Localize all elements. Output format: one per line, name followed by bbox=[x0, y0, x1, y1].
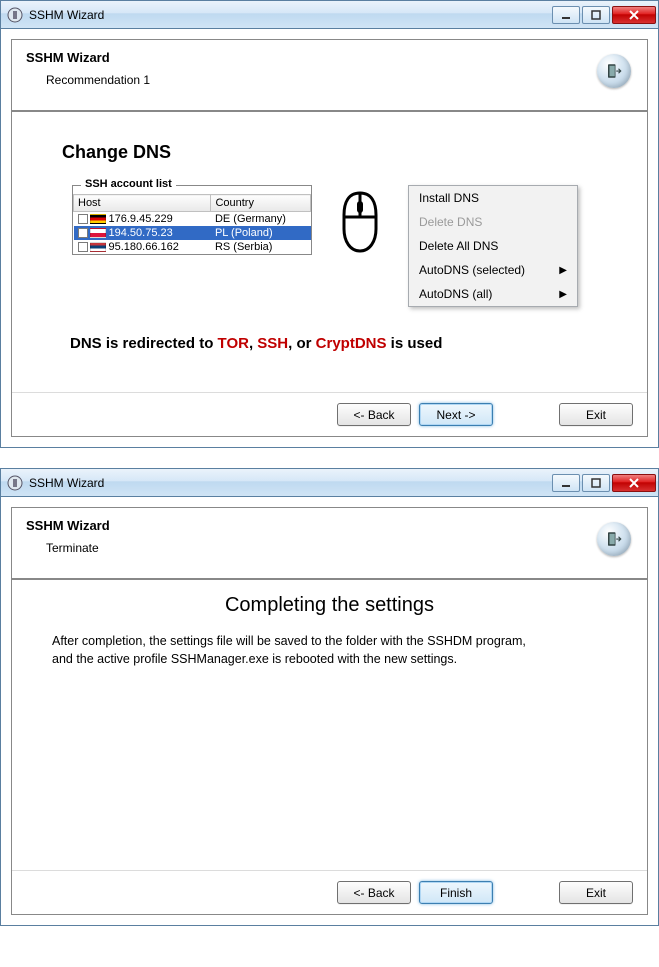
groupbox-legend: SSH account list bbox=[81, 178, 176, 190]
cell-country: PL (Poland) bbox=[211, 226, 311, 240]
close-button[interactable] bbox=[612, 6, 656, 24]
app-icon bbox=[7, 475, 23, 491]
wizard-button-bar: <- Back Next -> Exit bbox=[12, 392, 647, 436]
mouse-illustration bbox=[312, 185, 408, 256]
wizard-window-1: SSHM Wizard SSHM Wizard Recommendation 1 bbox=[0, 0, 659, 448]
ssh-account-groupbox: SSH account list Host Country 176.9.4 bbox=[72, 185, 312, 255]
wizard-header: SSHM Wizard Recommendation 1 bbox=[12, 40, 647, 112]
cell-host: 95.180.66.162 bbox=[109, 241, 179, 253]
close-button[interactable] bbox=[612, 474, 656, 492]
cell-host: 194.50.75.23 bbox=[109, 227, 173, 239]
titlebar[interactable]: SSHM Wizard bbox=[1, 469, 658, 497]
submenu-arrow-icon: ▶ bbox=[559, 289, 567, 300]
wizard-title: SSHM Wizard bbox=[26, 518, 633, 533]
window-title: SSHM Wizard bbox=[29, 476, 550, 490]
menu-delete-all-dns[interactable]: Delete All DNS bbox=[409, 234, 577, 258]
titlebar[interactable]: SSHM Wizard bbox=[1, 1, 658, 29]
wizard-subtitle: Recommendation 1 bbox=[46, 73, 633, 87]
app-icon bbox=[7, 7, 23, 23]
completing-text: After completion, the settings file will… bbox=[32, 633, 627, 668]
menu-autodns-selected[interactable]: AutoDNS (selected)▶ bbox=[409, 258, 577, 282]
hl-cryptdns: CryptDNS bbox=[316, 335, 387, 352]
col-host[interactable]: Host bbox=[78, 197, 101, 209]
wizard-page-body: Change DNS SSH account list Host Country bbox=[12, 112, 647, 392]
ssh-account-listview[interactable]: Host Country 176.9.45.229 DE (Germany) bbox=[73, 194, 311, 254]
wizard-page-body: Completing the settings After completion… bbox=[12, 580, 647, 870]
window-body: SSHM Wizard Recommendation 1 Change DNS … bbox=[1, 29, 658, 447]
wizard-window-2: SSHM Wizard SSHM Wizard Terminate bbox=[0, 468, 659, 926]
next-button[interactable]: Next -> bbox=[419, 403, 493, 426]
window-title: SSHM Wizard bbox=[29, 8, 550, 22]
minimize-button[interactable] bbox=[552, 474, 580, 492]
back-button[interactable]: <- Back bbox=[337, 403, 411, 426]
minimize-button[interactable] bbox=[552, 6, 580, 24]
maximize-button[interactable] bbox=[582, 6, 610, 24]
door-exit-icon bbox=[597, 54, 631, 88]
context-menu: Install DNS Delete DNS Delete All DNS Au… bbox=[408, 185, 578, 307]
mouse-icon bbox=[338, 191, 382, 253]
row-checkbox[interactable] bbox=[78, 242, 88, 252]
flag-rs-icon bbox=[90, 242, 106, 252]
finish-button[interactable]: Finish bbox=[419, 881, 493, 904]
window-controls bbox=[550, 6, 656, 24]
row-checkbox[interactable] bbox=[78, 228, 88, 238]
completing-title: Completing the settings bbox=[32, 594, 627, 617]
page-heading: Change DNS bbox=[62, 142, 627, 163]
submenu-arrow-icon: ▶ bbox=[559, 265, 567, 276]
table-row[interactable]: 194.50.75.23 PL (Poland) bbox=[74, 226, 311, 240]
window-body: SSHM Wizard Terminate Completing the set… bbox=[1, 497, 658, 925]
back-button[interactable]: <- Back bbox=[337, 881, 411, 904]
maximize-button[interactable] bbox=[582, 474, 610, 492]
hl-ssh: SSH bbox=[257, 335, 288, 352]
wizard-subtitle: Terminate bbox=[46, 541, 633, 555]
menu-delete-dns: Delete DNS bbox=[409, 210, 577, 234]
door-exit-icon bbox=[597, 522, 631, 556]
menu-install-dns[interactable]: Install DNS bbox=[409, 186, 577, 210]
wizard-header: SSHM Wizard Terminate bbox=[12, 508, 647, 580]
cell-host: 176.9.45.229 bbox=[109, 213, 173, 225]
window-controls bbox=[550, 474, 656, 492]
wizard-frame: SSHM Wizard Recommendation 1 Change DNS … bbox=[11, 39, 648, 437]
exit-button[interactable]: Exit bbox=[559, 881, 633, 904]
exit-button[interactable]: Exit bbox=[559, 403, 633, 426]
dns-redirect-statement: DNS is redirected to TOR, SSH, or CryptD… bbox=[70, 335, 627, 352]
table-row[interactable]: 95.180.66.162 RS (Serbia) bbox=[74, 240, 311, 254]
flag-de-icon bbox=[90, 214, 106, 224]
cell-country: DE (Germany) bbox=[211, 212, 311, 227]
hl-tor: TOR bbox=[218, 335, 249, 352]
table-row[interactable]: 176.9.45.229 DE (Germany) bbox=[74, 212, 311, 227]
col-country[interactable]: Country bbox=[215, 197, 254, 209]
flag-pl-icon bbox=[90, 228, 106, 238]
cell-country: RS (Serbia) bbox=[211, 240, 311, 254]
wizard-frame: SSHM Wizard Terminate Completing the set… bbox=[11, 507, 648, 915]
row-checkbox[interactable] bbox=[78, 214, 88, 224]
wizard-button-bar: <- Back Finish Exit bbox=[12, 870, 647, 914]
menu-autodns-all[interactable]: AutoDNS (all)▶ bbox=[409, 282, 577, 306]
wizard-title: SSHM Wizard bbox=[26, 50, 633, 65]
